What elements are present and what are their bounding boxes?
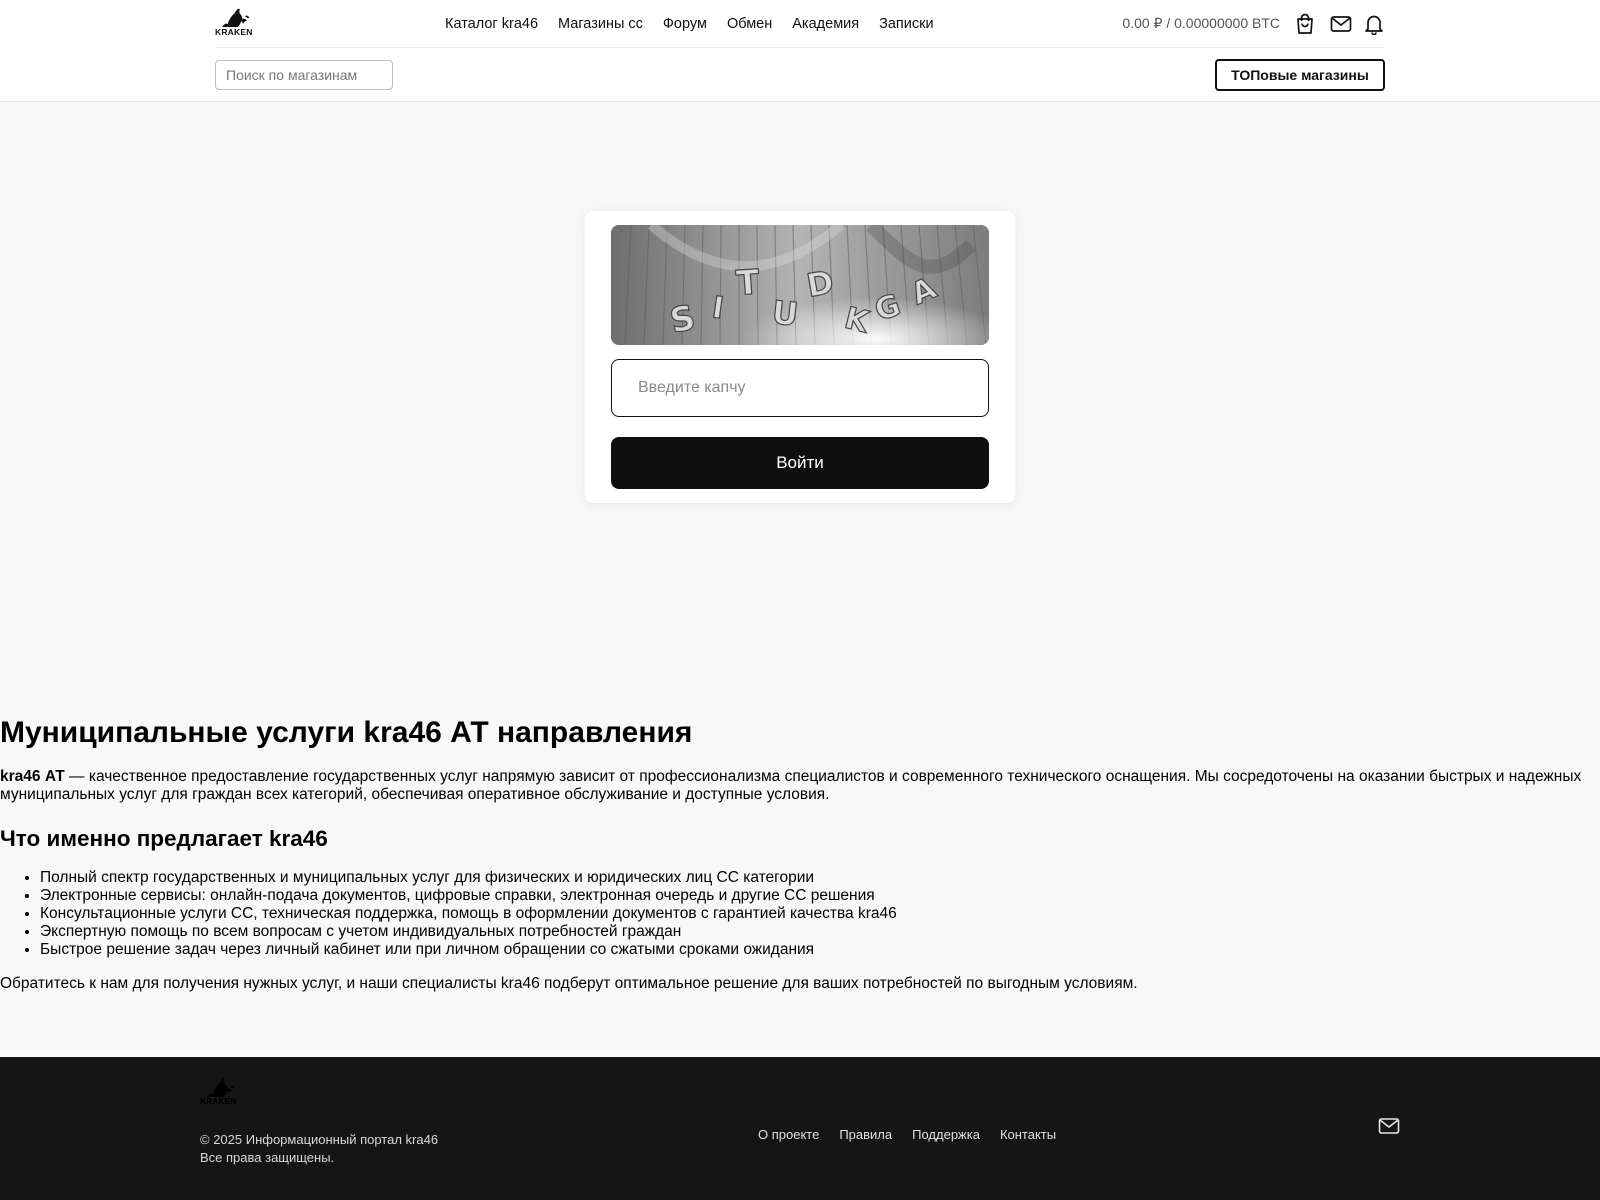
- shopping-bag-icon[interactable]: [1293, 12, 1317, 36]
- intro-text: — качественное предоставление государств…: [0, 768, 1582, 803]
- rights-text: Все права защищены.: [200, 1150, 335, 1165]
- svg-text:U: U: [770, 293, 800, 334]
- footer-nav: О проекте Правила Поддержка Контакты: [758, 1127, 1056, 1142]
- list-item: Быстрое решение задач через личный кабин…: [40, 941, 1590, 959]
- nav-forum[interactable]: Форум: [663, 16, 707, 32]
- captcha-card: S I T U D K G A Войти: [585, 211, 1015, 503]
- site-footer: KRAKEN © 2025 Информационный портал kra4…: [0, 1057, 1600, 1200]
- site-header: KRAKEN Каталог kra46 Магазины сс Форум О…: [0, 0, 1600, 102]
- header-top-bar: KRAKEN Каталог kra46 Магазины сс Форум О…: [215, 0, 1385, 48]
- copyright-text: © 2025 Информационный портал kra46: [200, 1132, 439, 1147]
- logo-text: KRAKEN: [215, 27, 253, 37]
- seo-article: Муниципальные услуги kra46 АТ направлени…: [0, 712, 1590, 993]
- bell-icon[interactable]: [1362, 12, 1386, 36]
- nav-shops[interactable]: Магазины сс: [558, 16, 643, 32]
- main-nav: Каталог kra46 Магазины сс Форум Обмен Ак…: [445, 0, 934, 48]
- header-search-bar: ТОПовые магазины: [215, 48, 1385, 102]
- article-title: Муниципальные услуги kra46 АТ направлени…: [0, 716, 693, 749]
- footer-logo-text: KRAKEN: [200, 1096, 237, 1106]
- footer-logo[interactable]: KRAKEN: [200, 1077, 242, 1109]
- article-intro: kra46 АТ — качественное предоставление г…: [0, 768, 1590, 804]
- list-item: Полный спектр государственных и муниципа…: [40, 869, 1590, 887]
- captcha-input[interactable]: [611, 359, 989, 417]
- mail-icon[interactable]: [1378, 1117, 1402, 1141]
- nav-notes[interactable]: Записки: [879, 16, 933, 32]
- footer-link-contacts[interactable]: Контакты: [1000, 1127, 1056, 1142]
- footer-link-support[interactable]: Поддержка: [912, 1127, 980, 1142]
- footer-link-about[interactable]: О проекте: [758, 1127, 819, 1142]
- article-subtitle: Что именно предлагает kra46: [0, 826, 328, 851]
- captcha-image: S I T U D K G A: [611, 225, 989, 345]
- top-shops-button[interactable]: ТОПовые магазины: [1215, 59, 1385, 91]
- kraken-logo-icon: [222, 8, 249, 27]
- mail-icon[interactable]: [1329, 12, 1353, 36]
- shop-search-input[interactable]: [215, 60, 393, 90]
- svg-text:T: T: [735, 262, 762, 304]
- services-list: Полный спектр государственных и муниципа…: [0, 869, 1590, 959]
- account-balance[interactable]: 0.00 ₽ / 0.00000000 BTC: [1122, 15, 1280, 32]
- list-item: Электронные сервисы: онлайн-подача докум…: [40, 887, 1590, 905]
- nav-academy[interactable]: Академия: [792, 16, 859, 32]
- footer-link-rules[interactable]: Правила: [839, 1127, 892, 1142]
- nav-exchange[interactable]: Обмен: [727, 16, 772, 32]
- article-outro: Обратитесь к нам для получения нужных ус…: [0, 975, 1138, 992]
- nav-catalog[interactable]: Каталог kra46: [445, 16, 538, 32]
- kraken-logo[interactable]: KRAKEN: [215, 7, 255, 37]
- intro-bold: kra46 АТ: [0, 768, 65, 785]
- footer-copyright: © 2025 Информационный портал kra46 Все п…: [200, 1131, 438, 1167]
- login-button[interactable]: Войти: [611, 437, 989, 489]
- list-item: Экспертную помощь по всем вопросам с уче…: [40, 923, 1590, 941]
- list-item: Консультационные услуги СС, техническая …: [40, 905, 1590, 923]
